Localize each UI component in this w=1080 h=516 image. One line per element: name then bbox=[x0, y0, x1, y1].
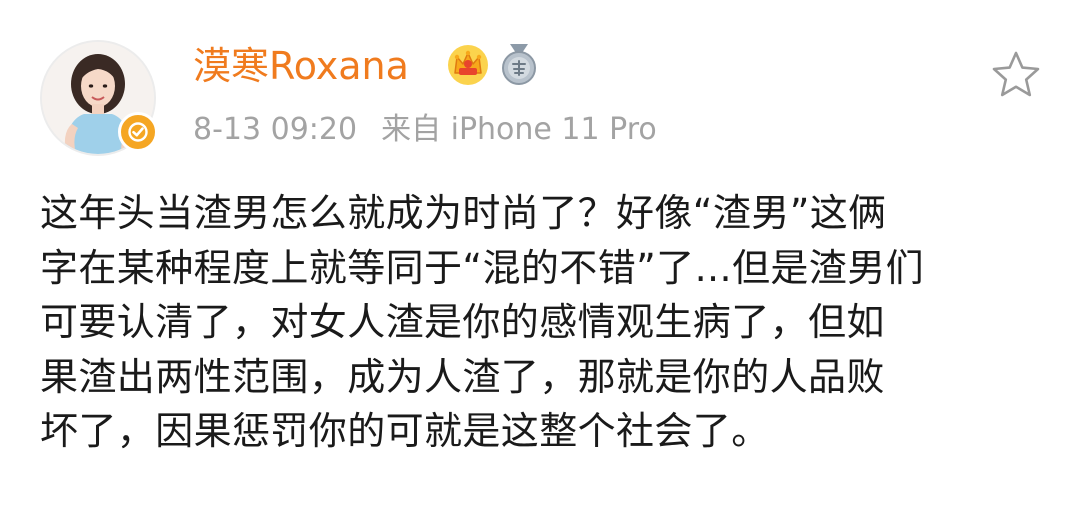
avatar-container[interactable] bbox=[40, 40, 158, 156]
post-meta: 8-13 09:20 来自 iPhone 11 Pro bbox=[193, 108, 657, 152]
weibo-post: 漠寒Roxana 8-13 09:20 来自 iPhone 11 Pro 这年头当… bbox=[0, 0, 1080, 516]
post-text-line: 字在某种程度上就等同于“混的不错”了...但是渣男们 bbox=[40, 245, 925, 290]
post-source: 来自 iPhone 11 Pro bbox=[381, 112, 657, 147]
medal-icon[interactable] bbox=[498, 42, 540, 86]
username-link[interactable]: 漠寒Roxana bbox=[193, 40, 409, 92]
post-text-line: 可要认清了，对女人渣是你的感情观生病了，但如 bbox=[40, 300, 885, 344]
post-text-line: 这年头当渣男怎么就成为时尚了？好像“渣男”这俩 bbox=[40, 191, 887, 235]
verified-check-icon bbox=[118, 112, 158, 152]
post-text-line: 坏了，因果惩罚你的可就是这整个社会了。 bbox=[40, 409, 770, 453]
post-text-line: 果渣出两性范围，成为人渣了，那就是你的人品败 bbox=[40, 354, 885, 399]
crown-vip-icon[interactable] bbox=[445, 42, 491, 88]
post-timestamp[interactable]: 8-13 09:20 bbox=[193, 112, 357, 147]
post-content: 这年头当渣男怎么就成为时尚了？好像“渣男”这俩 字在某种程度上就等同于“混的不错… bbox=[40, 186, 1050, 459]
favorite-star-button[interactable] bbox=[990, 49, 1042, 101]
star-icon bbox=[992, 51, 1040, 97]
